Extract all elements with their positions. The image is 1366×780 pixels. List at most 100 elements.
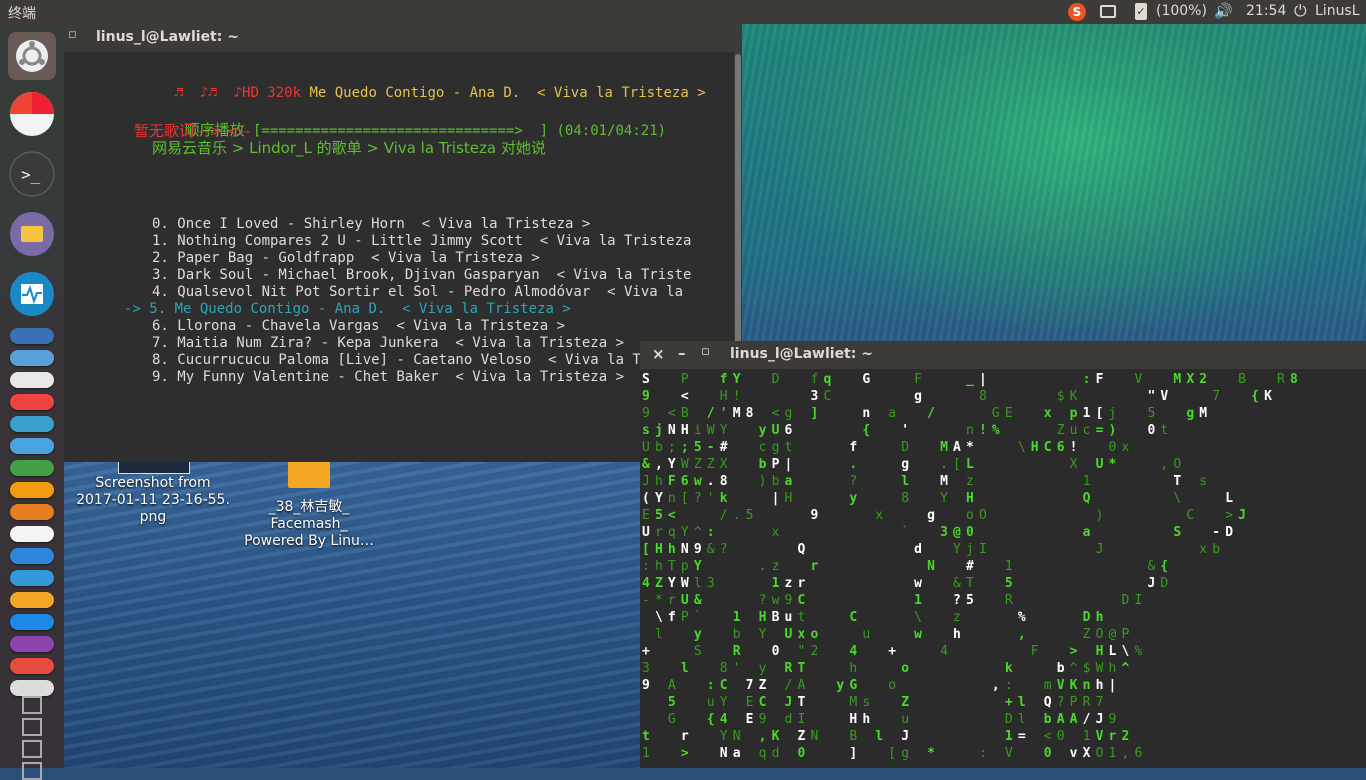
track-list-item[interactable]: 8. Cucurrucucu Paloma [Live] - Caetano V… (152, 352, 691, 368)
matrix-glyph: 0 (966, 525, 974, 540)
matrix-glyph: 5 (966, 593, 974, 608)
maximize-icon[interactable]: ▫ (701, 344, 710, 359)
desktop-icon-facemash-label-line3: Powered By Linu… (244, 533, 374, 549)
chat-icon[interactable] (1100, 5, 1116, 18)
matrix-glyph: Y (693, 559, 702, 574)
app-icon-12[interactable] (10, 570, 54, 586)
screenshot-app-icon[interactable] (8, 90, 56, 138)
sougou-input-icon[interactable]: S (1068, 3, 1086, 21)
terminal-app-icon[interactable]: >_ (8, 150, 56, 198)
track-list-item[interactable]: 0. Once I Loved - Shirley Horn < Viva la… (152, 216, 590, 232)
battery-percentage[interactable]: (100%) (1156, 3, 1207, 19)
desktop-icon-facemash-label-line1: _38_林吉敏_ (268, 499, 350, 515)
matrix-glyph: E (1004, 406, 1013, 421)
matrix-rain-content[interactable]: S Pf Y Df q G F _ |: F V M X 2 B R 8 9 < H! 3 Cg 8 $ K " V 7{K 9 < B / '… (640, 369, 1366, 768)
matrix-glyph: % (1017, 610, 1026, 625)
session-icon[interactable]: ⏻ (1294, 1, 1307, 21)
html-file-icon[interactable] (288, 460, 330, 488)
app-icon-10[interactable] (10, 526, 54, 542)
user-name[interactable]: LinusL (1315, 3, 1360, 19)
matrix-glyph: q (758, 746, 767, 761)
app-icon-7[interactable] (10, 460, 54, 476)
matrix-glyph: H (849, 712, 858, 727)
terminal1-titlebar[interactable]: ▫ linus_l@Lawliet: ~ (64, 24, 742, 52)
matrix-glyph: % (1134, 644, 1143, 659)
track-list-item[interactable]: -> 5. Me Quedo Contigo - Ana D. < Viva l… (124, 301, 571, 317)
launcher-overflow-icon[interactable] (22, 696, 42, 714)
app-icon-11[interactable] (10, 548, 54, 564)
app-icon-8[interactable] (10, 482, 54, 498)
matrix-glyph: * (966, 440, 974, 455)
app-icon-17[interactable] (10, 680, 54, 696)
matrix-glyph: B (1238, 372, 1246, 387)
terminal1-content[interactable]: ♬ ♪♬ ♪HD 320k Me Quedo Contigo - Ana D. … (64, 52, 736, 462)
matrix-glyph: D (1121, 593, 1130, 608)
track-list-item[interactable]: 7. Maitia Num Zira? - Kepa Junkera < Viv… (152, 335, 624, 351)
matrix-glyph: b (758, 457, 767, 472)
matrix-glyph: j (1108, 406, 1117, 421)
matrix-glyph: 1 (1082, 729, 1091, 744)
matrix-glyph: M (940, 440, 948, 455)
music-note-icons: ♬ ♪♬ ♪ (174, 85, 243, 101)
matrix-glyph: i (693, 423, 702, 438)
matrix-glyph: 1 (1108, 746, 1117, 761)
launcher-overflow-icon[interactable] (22, 718, 42, 736)
app-icon-5[interactable] (10, 416, 54, 432)
matrix-glyph: s (862, 695, 871, 710)
minimize-icon[interactable]: – (678, 344, 686, 362)
app-icon-3[interactable] (10, 372, 54, 388)
matrix-glyph: X (1069, 457, 1078, 472)
terminal2-title: linus_l@Lawliet: ~ (730, 346, 873, 362)
matrix-glyph: 9 (1108, 712, 1117, 727)
terminal1-scrollbar-thumb[interactable] (735, 54, 741, 344)
app-icon-1[interactable] (10, 328, 54, 344)
matrix-glyph: c (758, 440, 767, 455)
track-list-item[interactable]: 3. Dark Soul - Michael Brook, Djivan Gas… (152, 267, 691, 283)
matrix-glyph: : (1004, 678, 1013, 693)
matrix-glyph: C (797, 593, 806, 608)
track-list-item[interactable]: 1. Nothing Compares 2 U - Little Jimmy S… (152, 233, 691, 249)
track-list-item[interactable]: 6. Llorona - Chavela Vargas < Viva la Tr… (152, 318, 565, 334)
app-icon-16[interactable] (10, 658, 54, 674)
app-icon-15[interactable] (10, 636, 54, 652)
close-icon[interactable]: × (652, 345, 665, 363)
app-icon-14[interactable] (10, 614, 54, 630)
matrix-glyph: 0 (797, 746, 806, 761)
matrix-glyph: 3 (706, 576, 715, 591)
matrix-glyph: d (784, 712, 793, 727)
ubuntu-dash-icon[interactable] (8, 32, 56, 80)
matrix-glyph: n (862, 406, 871, 421)
battery-icon[interactable]: ✓ (1135, 3, 1147, 20)
matrix-glyph: ' (719, 406, 728, 421)
matrix-glyph: ^ (1069, 661, 1078, 676)
desktop-icon-screenshot-label[interactable]: Screenshot from 2017-01-11 23-16-55. png (76, 475, 230, 526)
system-monitor-app-icon[interactable] (8, 270, 56, 318)
files-app-icon[interactable] (8, 210, 56, 258)
track-list-item[interactable]: 4. Qualsevol Nit Pot Sortir el Sol - Ped… (152, 284, 683, 300)
matrix-glyph: 7 (1212, 389, 1221, 404)
matrix-glyph: E (642, 508, 650, 523)
app-icon-4[interactable] (10, 394, 54, 410)
matrix-glyph: Q (1082, 491, 1091, 506)
volume-icon[interactable]: 🔊 (1214, 2, 1233, 20)
matrix-glyph: 0 (771, 644, 780, 659)
track-list-item[interactable]: 2. Paper Bag - Goldfrapp < Viva la Trist… (152, 250, 540, 266)
matrix-glyph: , (1121, 746, 1130, 761)
app-icon-9[interactable] (10, 504, 54, 520)
app-icon-6[interactable] (10, 438, 54, 454)
matrix-glyph: w (914, 627, 922, 642)
matrix-glyph: : (706, 678, 715, 693)
window-menu-icon[interactable]: ▫ (68, 27, 77, 42)
track-list-item[interactable]: 9. My Funny Valentine - Chet Baker < Viv… (152, 369, 624, 385)
matrix-glyph: Q (797, 542, 806, 557)
app-icon-2[interactable] (10, 350, 54, 366)
launcher-overflow-icon[interactable] (22, 740, 42, 758)
matrix-glyph: : (1082, 372, 1091, 387)
app-icon-13[interactable] (10, 592, 54, 608)
desktop-icon-facemash-label[interactable]: _38_林吉敏_ Facemash_ Powered By Linu… (236, 499, 382, 550)
matrix-glyph: 8 (745, 406, 754, 421)
clock[interactable]: 21:54 (1246, 3, 1286, 19)
terminal-window-matrix[interactable]: × – ▫ linus_l@Lawliet: ~ S Pf Y Df q G F _ |: F V M… (640, 341, 1366, 768)
terminal2-titlebar[interactable]: × – ▫ linus_l@Lawliet: ~ (640, 341, 1366, 369)
launcher-overflow-icon[interactable] (22, 762, 42, 780)
